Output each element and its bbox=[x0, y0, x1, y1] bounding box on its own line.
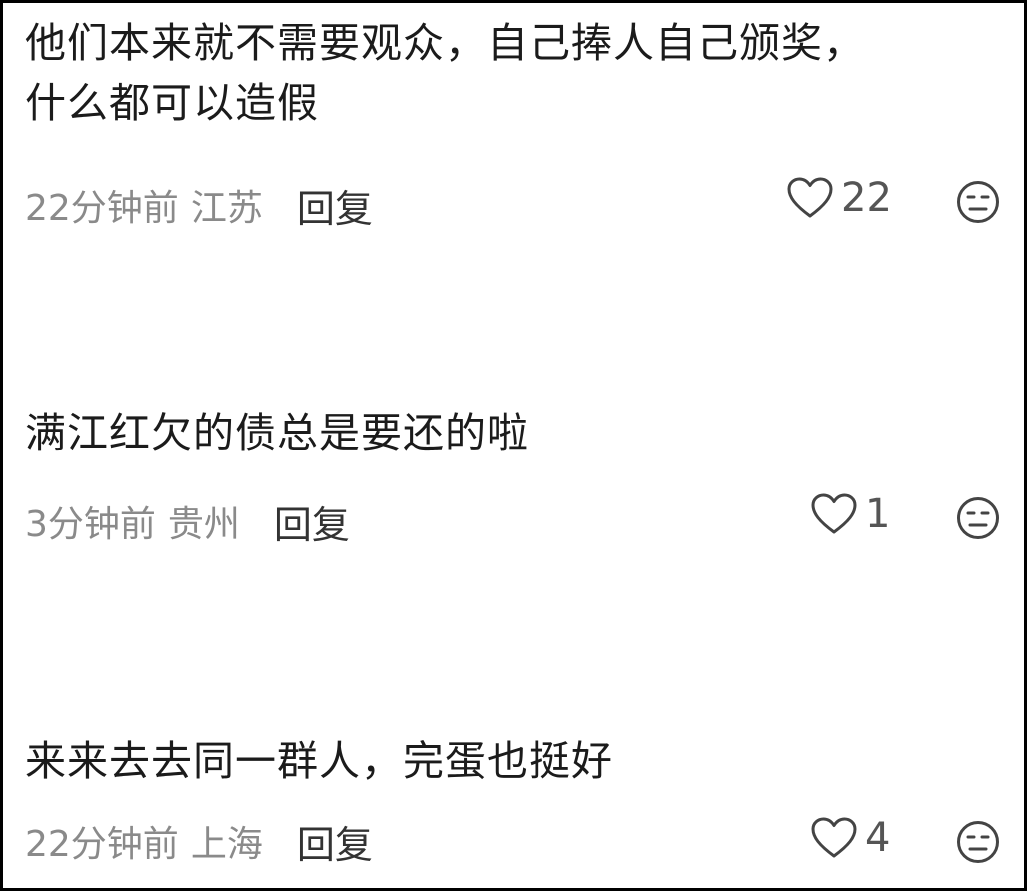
comment-time: 22分钟前 bbox=[25, 824, 179, 865]
heart-outline-icon bbox=[811, 817, 857, 858]
comment-list: 他们本来就不需要观众，自己捧人自己颁奖， 什么都可以造假 22分钟前 江苏 回复… bbox=[0, 0, 1027, 891]
heart-outline-icon bbox=[811, 493, 857, 534]
like-button[interactable]: 22 bbox=[785, 175, 892, 221]
comment-text: 来来去去同一群人，完蛋也挺好 bbox=[25, 737, 613, 785]
heart-outline-icon bbox=[787, 177, 833, 218]
comment-item: 来来去去同一群人，完蛋也挺好 22分钟前 上海 回复 4 bbox=[25, 731, 1002, 881]
reply-button[interactable]: 回复 bbox=[297, 814, 373, 869]
like-button[interactable]: 1 bbox=[809, 491, 890, 537]
like-count: 4 bbox=[865, 815, 891, 861]
comment-region: 江苏 bbox=[190, 188, 263, 229]
comment-region: 上海 bbox=[190, 824, 263, 865]
neutral-face-icon[interactable] bbox=[955, 495, 1001, 541]
comment-item: 他们本来就不需要观众，自己捧人自己颁奖， 什么都可以造假 22分钟前 江苏 回复… bbox=[25, 13, 1002, 233]
comment-time: 22分钟前 bbox=[25, 188, 179, 229]
like-button[interactable]: 4 bbox=[809, 815, 890, 861]
neutral-face-icon[interactable] bbox=[955, 819, 1001, 865]
comment-item: 满江红欠的债总是要还的啦 3分钟前 贵州 回复 1 bbox=[25, 403, 1002, 553]
reply-button[interactable]: 回复 bbox=[297, 178, 373, 233]
comment-text: 他们本来就不需要观众，自己捧人自己颁奖， 什么都可以造假 bbox=[25, 19, 865, 127]
comment-region: 贵州 bbox=[167, 504, 240, 545]
like-count: 22 bbox=[841, 175, 892, 221]
comment-text: 满江红欠的债总是要还的啦 bbox=[25, 409, 529, 457]
like-count: 1 bbox=[865, 491, 891, 537]
comment-time: 3分钟前 bbox=[25, 504, 156, 545]
neutral-face-icon[interactable] bbox=[955, 179, 1001, 225]
reply-button[interactable]: 回复 bbox=[274, 494, 350, 549]
